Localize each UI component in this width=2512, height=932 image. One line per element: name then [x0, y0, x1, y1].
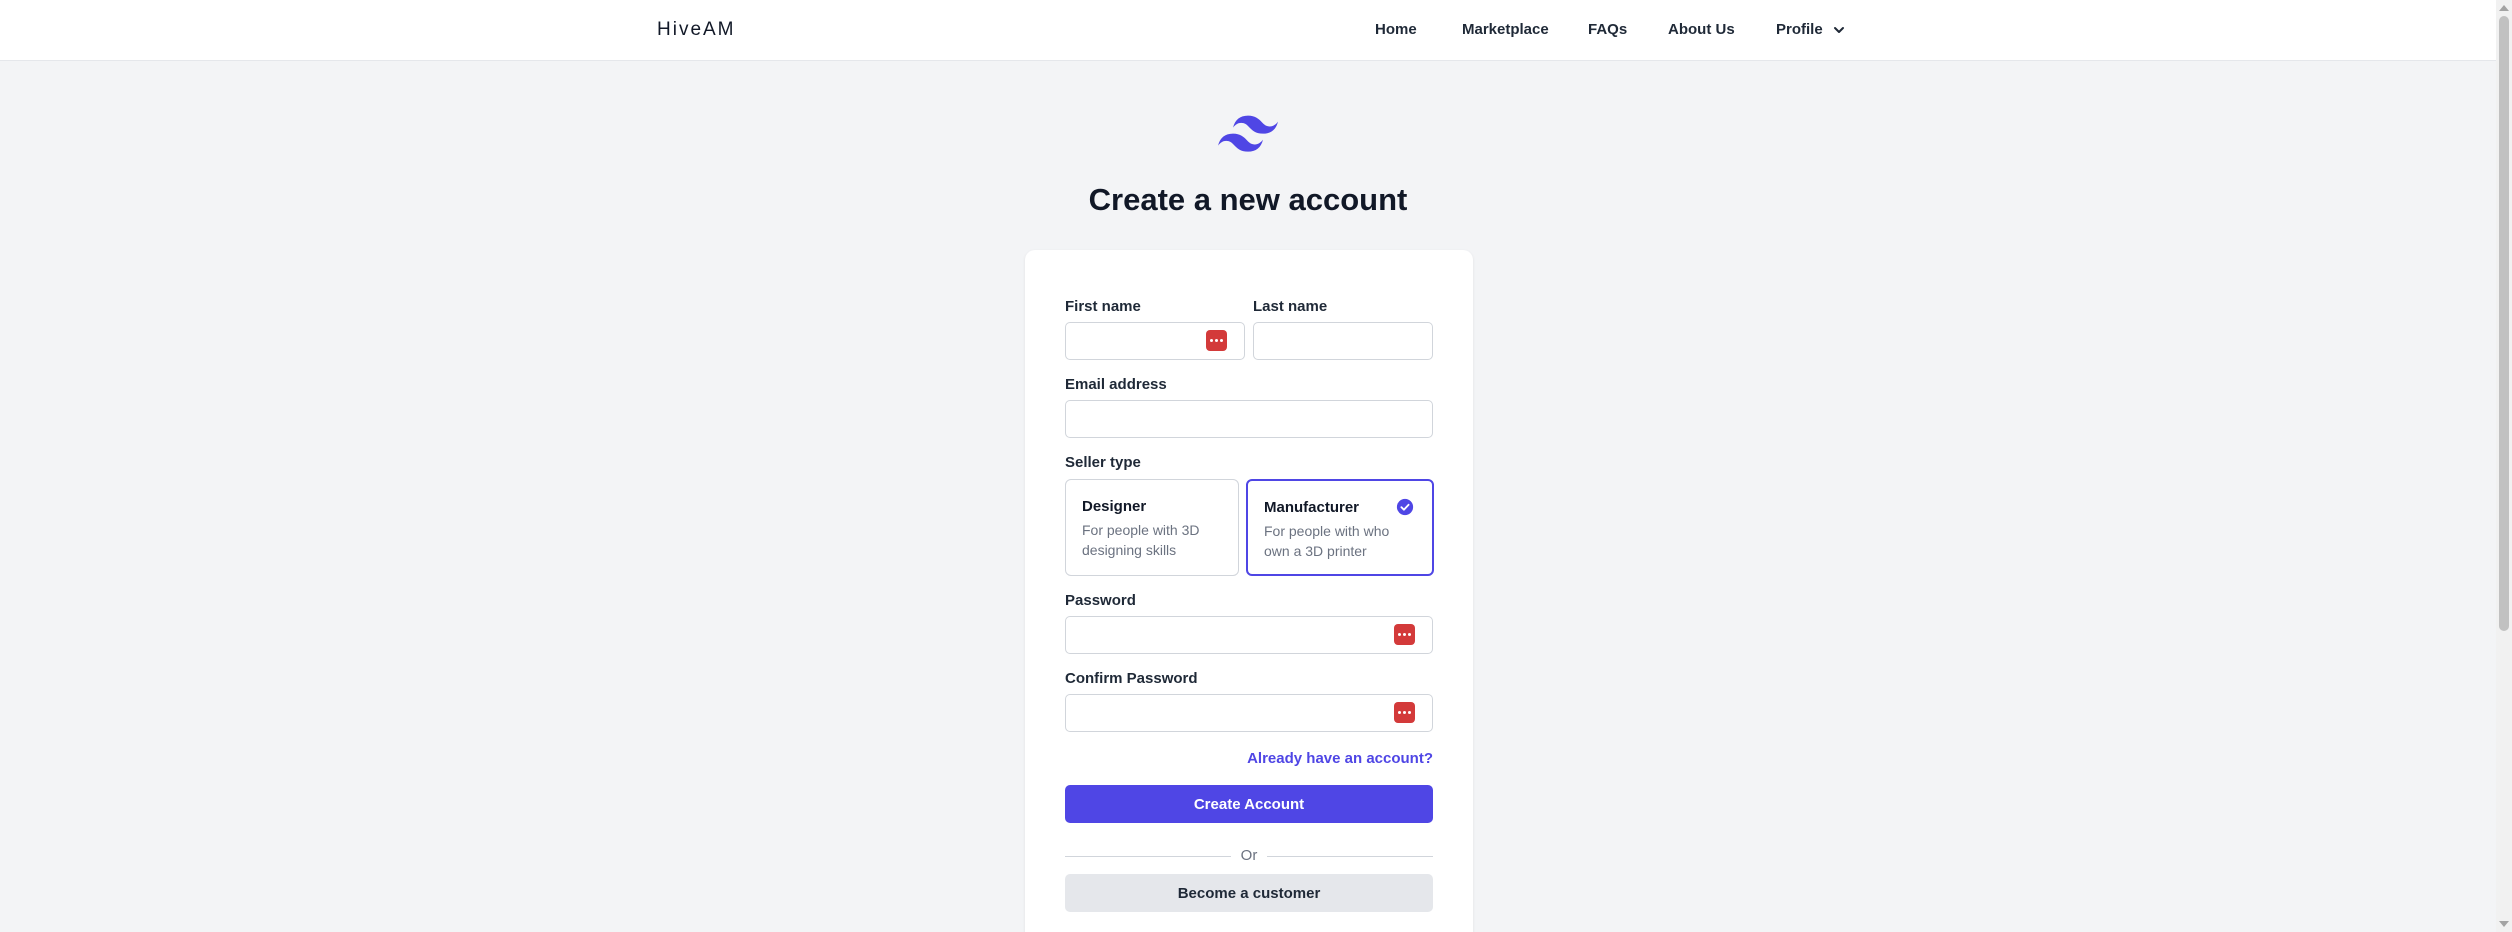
- navbar: HiveAM Home Marketplace FAQs About Us Pr…: [0, 0, 2496, 61]
- page-scrollbar[interactable]: [2496, 0, 2512, 932]
- divider-line-left: [1065, 856, 1231, 857]
- brand-logo-text[interactable]: HiveAM: [657, 19, 736, 41]
- scroll-up-arrow-icon[interactable]: [2499, 5, 2509, 11]
- first-name-label: First name: [1065, 298, 1141, 315]
- chevron-down-icon: [1833, 26, 1844, 33]
- profile-label: Profile: [1776, 21, 1823, 38]
- check-circle-icon: [1396, 498, 1414, 516]
- create-account-button[interactable]: Create Account: [1065, 785, 1433, 823]
- seller-type-title: Manufacturer: [1264, 499, 1360, 516]
- password-input[interactable]: [1065, 616, 1433, 654]
- seller-type-description: For people with who own a 3D printer: [1264, 523, 1390, 559]
- seller-type-option-manufacturer[interactable]: Manufacturer For people with who own a 3…: [1246, 479, 1434, 576]
- already-have-account-link[interactable]: Already have an account?: [1247, 750, 1433, 767]
- confirm-password-label: Confirm Password: [1065, 670, 1198, 687]
- password-label: Password: [1065, 592, 1136, 609]
- seller-type-label: Seller type: [1065, 454, 1141, 471]
- password-manager-icon[interactable]: [1394, 624, 1415, 645]
- page-title: Create a new account: [1088, 182, 1408, 217]
- scroll-down-arrow-icon[interactable]: [2499, 921, 2509, 927]
- confirm-password-input[interactable]: [1065, 694, 1433, 732]
- divider-or-label: Or: [1240, 847, 1258, 864]
- scrollbar-thumb[interactable]: [2499, 16, 2509, 631]
- divider-line-right: [1267, 856, 1433, 857]
- last-name-label: Last name: [1253, 298, 1328, 315]
- password-manager-icon[interactable]: [1206, 330, 1227, 351]
- become-customer-button[interactable]: Become a customer: [1065, 874, 1433, 912]
- last-name-input[interactable]: [1253, 322, 1433, 360]
- tailwind-logo-icon: [1218, 115, 1278, 152]
- seller-type-title: Designer: [1082, 498, 1147, 515]
- email-input[interactable]: [1065, 400, 1433, 438]
- nav-link-home[interactable]: Home: [1375, 21, 1417, 38]
- seller-type-description: For people with 3D designing skills: [1082, 522, 1200, 558]
- email-label: Email address: [1065, 376, 1167, 393]
- password-manager-icon[interactable]: [1394, 702, 1415, 723]
- seller-type-option-designer[interactable]: Designer For people with 3D designing sk…: [1065, 479, 1239, 576]
- nav-link-faqs[interactable]: FAQs: [1588, 21, 1627, 38]
- nav-link-about-us[interactable]: About Us: [1668, 21, 1735, 38]
- nav-profile-menu[interactable]: Profile: [1776, 21, 1845, 38]
- nav-link-marketplace[interactable]: Marketplace: [1462, 21, 1549, 38]
